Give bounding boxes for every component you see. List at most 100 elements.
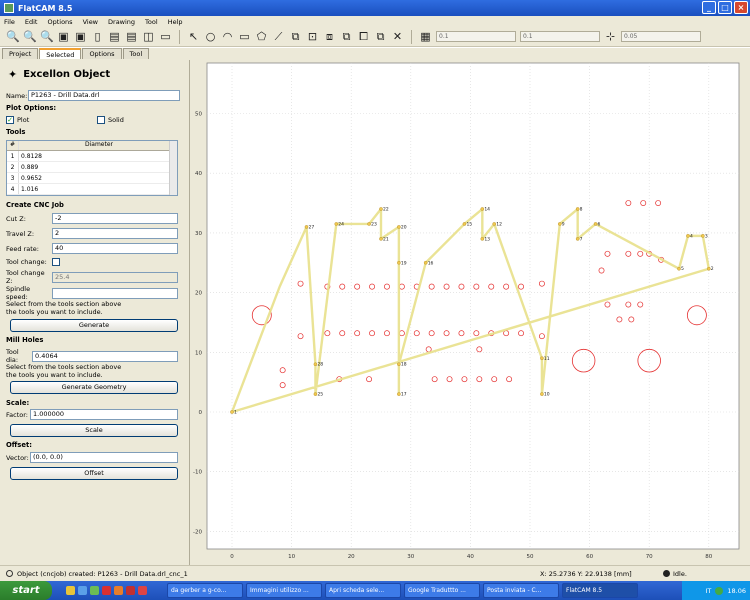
path-icon[interactable]: ⟋ bbox=[272, 30, 285, 43]
table-row[interactable]: 1 0.8128 bbox=[7, 151, 177, 162]
table-row[interactable]: 2 0.889 bbox=[7, 162, 177, 173]
replot-icon[interactable]: ▣ bbox=[57, 30, 70, 43]
task-item[interactable]: Immagini utilizzo ... bbox=[246, 583, 322, 598]
plot-checkbox[interactable]: ✓ bbox=[6, 116, 14, 124]
delete-icon[interactable]: ✕ bbox=[391, 30, 404, 43]
window-title: FlatCAM 8.5 bbox=[18, 3, 73, 13]
start-button[interactable]: start bbox=[0, 581, 52, 600]
task-item[interactable]: da gerber a g-co... bbox=[167, 583, 243, 598]
ie-icon[interactable] bbox=[78, 586, 87, 595]
app2-icon[interactable] bbox=[138, 586, 147, 595]
grid-x-field[interactable]: 0.1 bbox=[436, 31, 516, 42]
table-row[interactable]: 3 0.9652 bbox=[7, 173, 177, 184]
chrome-icon[interactable] bbox=[66, 586, 75, 595]
clear-plot-icon[interactable]: ▣ bbox=[74, 30, 87, 43]
solid-checkbox[interactable] bbox=[97, 116, 105, 124]
open-excellon-icon[interactable]: ▤ bbox=[125, 30, 138, 43]
table-row[interactable]: 4 1.016 bbox=[7, 184, 177, 195]
state-icon bbox=[663, 570, 670, 577]
task-item-active[interactable]: FlatCAM 8.5 bbox=[562, 583, 638, 598]
pointer-icon[interactable]: ↖ bbox=[187, 30, 200, 43]
move-icon[interactable]: ⧉ bbox=[374, 30, 387, 43]
toolchange-checkbox[interactable] bbox=[52, 258, 60, 266]
task-item[interactable]: Apri scheda sele... bbox=[325, 583, 401, 598]
menu-help[interactable]: Help bbox=[168, 18, 183, 26]
y-tick-label: 40 bbox=[195, 171, 202, 177]
feed-input[interactable]: 40 bbox=[52, 243, 178, 254]
close-button[interactable]: × bbox=[734, 1, 748, 14]
open-gerber-icon[interactable]: ▤ bbox=[108, 30, 121, 43]
intersect-icon[interactable]: ⧉ bbox=[340, 30, 353, 43]
zoom-fit-icon[interactable]: 🔍 bbox=[6, 30, 20, 43]
language-indicator[interactable]: IT bbox=[706, 587, 712, 595]
tab-options[interactable]: Options bbox=[82, 48, 122, 59]
name-input[interactable]: P1263 - Drill Data.drl bbox=[28, 90, 180, 101]
new-icon[interactable]: ▯ bbox=[91, 30, 104, 43]
open-gcode-icon[interactable]: ◫ bbox=[142, 30, 155, 43]
polygon-icon[interactable]: ⬠ bbox=[255, 30, 268, 43]
grid-icon[interactable]: ▦ bbox=[419, 30, 432, 43]
offset-button[interactable]: Offset bbox=[10, 467, 178, 480]
cutz-input[interactable]: -2 bbox=[52, 213, 178, 224]
x-tick-label: 50 bbox=[527, 554, 534, 560]
tab-project[interactable]: Project bbox=[2, 48, 39, 59]
toolpath-node-label: 24 bbox=[338, 221, 344, 227]
mail-icon[interactable] bbox=[90, 586, 99, 595]
union-icon[interactable]: ⧉ bbox=[289, 30, 302, 43]
zoom-out-icon[interactable]: 🔍 bbox=[40, 30, 54, 43]
x-tick-label: 10 bbox=[288, 554, 295, 560]
status-icon bbox=[6, 570, 13, 577]
task-item[interactable]: Google Traduttto ... bbox=[404, 583, 480, 598]
travelz-input[interactable]: 2 bbox=[52, 228, 178, 239]
factor-input[interactable]: 1.000000 bbox=[30, 409, 178, 420]
toolpath-node-label: 12 bbox=[496, 221, 502, 227]
opera-icon[interactable] bbox=[102, 586, 111, 595]
menu-view[interactable]: View bbox=[83, 18, 98, 26]
vector-input[interactable]: (0.0, 0.0) bbox=[30, 452, 178, 463]
app-icon[interactable] bbox=[126, 586, 135, 595]
menu-file[interactable]: File bbox=[4, 18, 15, 26]
copy-icon[interactable]: ⧠ bbox=[357, 30, 370, 43]
tooldia-input[interactable]: 0.4064 bbox=[32, 350, 178, 362]
cut-icon[interactable]: ⊡ bbox=[306, 30, 319, 43]
snap-max-field[interactable]: 0.05 bbox=[621, 31, 701, 42]
task-item[interactable]: Posta inviata - C... bbox=[483, 583, 559, 598]
table-scrollbar[interactable] bbox=[169, 141, 177, 195]
toolpath-node-label: 11 bbox=[544, 356, 550, 362]
generate-geometry-button[interactable]: Generate Geometry bbox=[10, 381, 178, 394]
menu-edit[interactable]: Edit bbox=[25, 18, 38, 26]
tab-tool[interactable]: Tool bbox=[122, 48, 150, 59]
maximize-button[interactable]: □ bbox=[718, 1, 732, 14]
plot-canvas[interactable]: 0 10 20 30 40 50 60 70 8050403020100-10-20 12728… bbox=[190, 48, 750, 565]
generate-button[interactable]: Generate bbox=[10, 319, 178, 332]
x-tick-label: 80 bbox=[705, 554, 712, 560]
snap-icon[interactable]: ⊹ bbox=[604, 30, 617, 43]
menu-options[interactable]: Options bbox=[47, 18, 72, 26]
y-tick-label: 20 bbox=[195, 291, 202, 297]
toolchangez-input[interactable]: 25.4 bbox=[52, 271, 178, 283]
subtract-icon[interactable]: ⧈ bbox=[323, 30, 336, 43]
toolpath-node-label: 23 bbox=[371, 221, 377, 227]
rect-icon[interactable]: ▭ bbox=[238, 30, 251, 43]
spindle-input[interactable] bbox=[52, 287, 178, 299]
toolpath-node-label: 15 bbox=[466, 221, 472, 227]
arc-icon[interactable]: ◠ bbox=[221, 30, 234, 43]
shell-icon[interactable]: ▭ bbox=[159, 30, 172, 43]
vector-label: Vector: bbox=[6, 453, 29, 462]
tools-table[interactable]: # Diameter 1 0.8128 2 0.889 3 0.9652 4 1… bbox=[6, 140, 178, 196]
plot-area[interactable]: 0 10 20 30 40 50 60 70 80 50 40 30 20 10 0 -10 -20 1 27 28… bbox=[190, 48, 750, 565]
tool-icon[interactable] bbox=[114, 586, 123, 595]
toolpath-node-label: 22 bbox=[383, 207, 389, 213]
minimize-button[interactable]: _ bbox=[702, 1, 716, 14]
circle-icon[interactable]: ○ bbox=[204, 30, 217, 43]
tab-selected[interactable]: Selected bbox=[39, 48, 82, 59]
tray-icon[interactable] bbox=[715, 586, 724, 595]
scale-button[interactable]: Scale bbox=[10, 424, 178, 437]
menu-drawing[interactable]: Drawing bbox=[108, 18, 135, 26]
grid-y-field[interactable]: 0.1 bbox=[520, 31, 600, 42]
toolpath-node-label: 28 bbox=[317, 362, 323, 368]
zoom-in-icon[interactable]: 🔍 bbox=[23, 30, 37, 43]
x-tick-label: 20 bbox=[348, 554, 355, 560]
menu-bar: File Edit Options View Drawing Tool Help bbox=[0, 16, 750, 27]
menu-tool[interactable]: Tool bbox=[145, 18, 158, 26]
